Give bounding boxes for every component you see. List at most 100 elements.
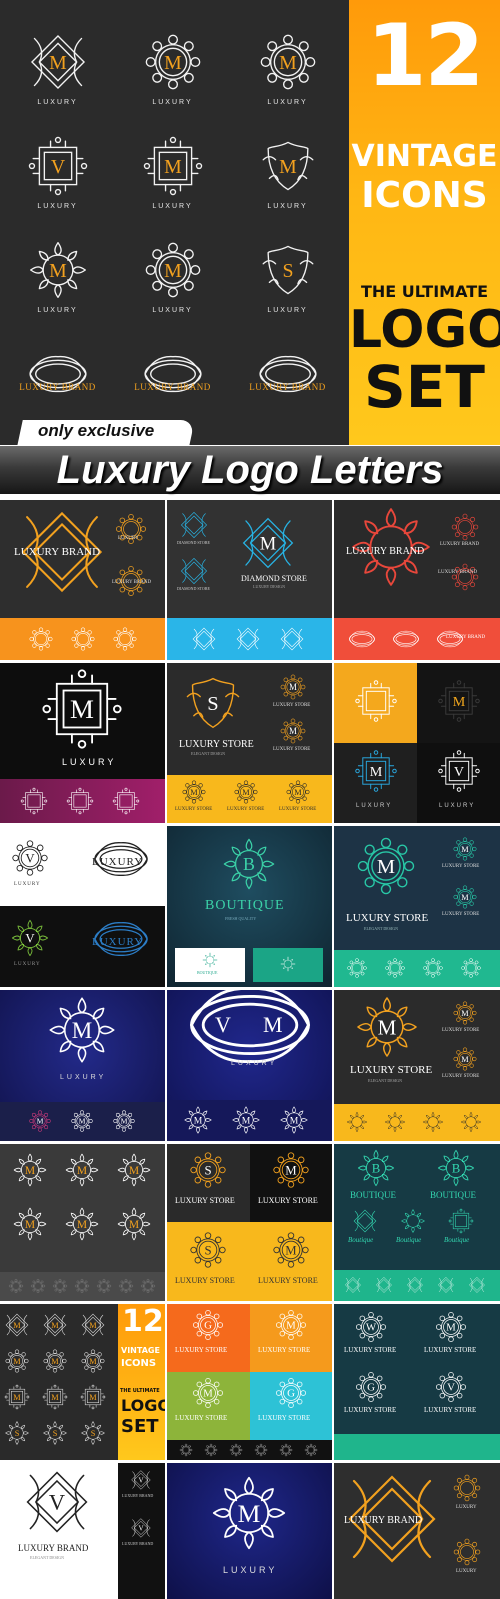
ornament-logo-icon: M — [436, 1312, 466, 1342]
logo-letter: M — [51, 1321, 59, 1330]
logo-label: Boutique — [396, 1236, 422, 1244]
quad-panel: M — [417, 663, 500, 743]
logo-letter: B — [243, 854, 255, 874]
logo-label: LUXURY STORE — [273, 703, 311, 708]
logo-letter: M — [290, 1115, 299, 1126]
ornament-logo-icon: M — [276, 1310, 306, 1340]
diamond-logo-icon — [180, 511, 208, 539]
ornament-logo-icon — [280, 956, 296, 972]
hero-banner: M LUXURY M LUXURY M LUXURY V LUXURY M LUXURY M LUXU… — [0, 0, 500, 445]
logo-letter: M — [279, 52, 297, 74]
logo-label: ELEGANT DESIGN — [364, 926, 399, 931]
logo-label: THE ULTIMATE — [120, 1388, 160, 1394]
thumbnail-luxury-v-white: V LUXURY LUXURY V LUXURY LUXURY — [0, 826, 165, 987]
thumbnail-luxury-brand-red: LUXURY BRAND LUXURY BRAND LUXURY BRAND LUXU… — [334, 500, 500, 660]
logo-label: BOUTIQUE — [197, 970, 218, 975]
logo-label: LUXURY STORE — [424, 1346, 477, 1354]
quad-panel: V — [334, 663, 417, 743]
logo-letter: G — [204, 1320, 212, 1332]
ornament-logo-icon: M — [453, 1047, 477, 1071]
logo-letter: M — [25, 1219, 35, 1231]
ornament-logo-icon — [453, 1538, 481, 1566]
color-panel: M LUXURY STORE — [250, 1304, 332, 1372]
ornament-logo-icon — [345, 1277, 361, 1293]
hero-logo-cell: M LUXURY — [230, 130, 345, 234]
hero-ornament-icon: M — [30, 242, 86, 298]
ornament-logo-icon — [304, 1443, 318, 1457]
ornament-logo-icon — [423, 1112, 443, 1132]
ornament-logo-icon: M — [71, 1110, 93, 1132]
ornament-logo-icon — [96, 1278, 112, 1294]
logo-label: LUXURY BRAND — [122, 1541, 154, 1546]
thumbnail-vintage-icons-set: M M M M M M M M M S S S 12 VINTAGE ICONS THE ULTIMATE LO… — [0, 1304, 165, 1460]
logo-label: 12 — [122, 1304, 164, 1339]
ornament-logo-icon: M — [184, 1106, 212, 1134]
logo-letter: M — [13, 1321, 21, 1330]
logo-letter: M — [37, 1117, 44, 1126]
ornament-logo-icon: M — [43, 1313, 67, 1337]
logo-label: LUXURY STORE — [424, 1406, 477, 1414]
hero-ornament-icon: S — [262, 245, 314, 295]
diamond-logo-icon — [236, 627, 260, 651]
promo-line-icons: ICONS — [361, 175, 488, 216]
ornament-logo-icon: S — [190, 1232, 226, 1268]
logo-label: LUXURY BRAND — [344, 1515, 423, 1526]
diamond-logo-icon — [192, 627, 216, 651]
hero-logo-caption: LUXURY — [267, 307, 308, 314]
logo-letter: M — [461, 1055, 469, 1064]
logo-letter: M — [453, 694, 466, 710]
logo-label: LUXURY — [231, 1060, 278, 1067]
logo-label: ELEGANT DESIGN — [30, 1555, 65, 1560]
logo-letter: M — [461, 893, 469, 902]
hero-logo-caption: LUXURY BRAND — [249, 382, 326, 392]
ornament-logo-icon: M — [453, 885, 477, 909]
logo-label: BOUTIQUE — [430, 1190, 476, 1200]
logo-letter: M — [378, 1015, 397, 1039]
ornament-logo-icon: M — [5, 1349, 29, 1373]
logo-letter: M — [238, 1499, 261, 1528]
page-title: Luxury Logo Letters — [56, 448, 444, 492]
thumbnail-luxury-store-letters: W LUXURY STORE M LUXURY STORE G LUXURY STORE V… — [334, 1304, 500, 1460]
hero-logo-caption: LUXURY — [37, 307, 78, 314]
ornament-logo-icon: B — [223, 838, 275, 890]
ornament-logo-icon: M — [286, 780, 310, 804]
logo-letter: S — [204, 1243, 211, 1257]
ornament-logo-icon — [30, 1278, 46, 1294]
logo-label: DIAMOND STORE — [177, 586, 210, 591]
logo-letter: V — [49, 1490, 65, 1515]
logo-label: LUXURY — [456, 1569, 477, 1574]
thumbnail-icon-set-grey: M M M M M M — [0, 1144, 165, 1301]
ornament-logo-icon: M — [49, 997, 115, 1063]
ornament-logo-icon: M — [113, 1110, 135, 1132]
hero-promo-panel: 12 VINTAGE ICONS THE ULTIMATE LOGO SET — [349, 0, 500, 445]
logo-label: VINTAGE — [121, 1346, 160, 1355]
ornament-logo-icon: M — [42, 669, 122, 749]
ornament-logo-icon: V — [26, 1471, 88, 1533]
logo-label: LUXURY STORE — [344, 1406, 397, 1414]
logo-letter: V — [25, 851, 35, 865]
ornament-logo-icon: V — [131, 1470, 151, 1490]
ornament-logo-icon: M — [81, 1313, 105, 1337]
hero-logo-cell: S LUXURY — [230, 234, 345, 338]
logo-letter: M — [194, 1115, 203, 1126]
hero-logo-caption: LUXURY — [267, 203, 308, 210]
logo-label: DIAMOND STORE — [177, 540, 210, 545]
hero-ornament-icon: V — [28, 136, 88, 196]
ornament-logo-icon: M — [182, 780, 206, 804]
logo-label: LUXURY — [356, 803, 393, 809]
quad-panel: S LUXURY STORE — [167, 1144, 250, 1222]
logo-letter: M — [89, 1393, 97, 1402]
ornament-logo-icon: M — [65, 1153, 99, 1187]
ornament-logo-icon — [179, 1443, 193, 1457]
logo-label: LUXURY STORE — [179, 739, 254, 750]
logo-letter: M — [77, 1165, 87, 1177]
logo-label: LUXURY BRAND — [446, 635, 486, 640]
ornament-logo-icon: S — [43, 1421, 67, 1445]
logo-label: LUXURY STORE — [175, 807, 213, 812]
thumbnail-luxury-brand-orange: LUXURY BRAND LUXURY LUXURY — [334, 1463, 500, 1599]
card-green — [253, 948, 323, 982]
logo-letter: M — [289, 682, 297, 692]
logo-label: LUXURY DESIGN — [253, 584, 285, 589]
ornament-logo-icon: B — [357, 1149, 395, 1187]
ornament-logo-icon: M — [117, 1153, 151, 1187]
